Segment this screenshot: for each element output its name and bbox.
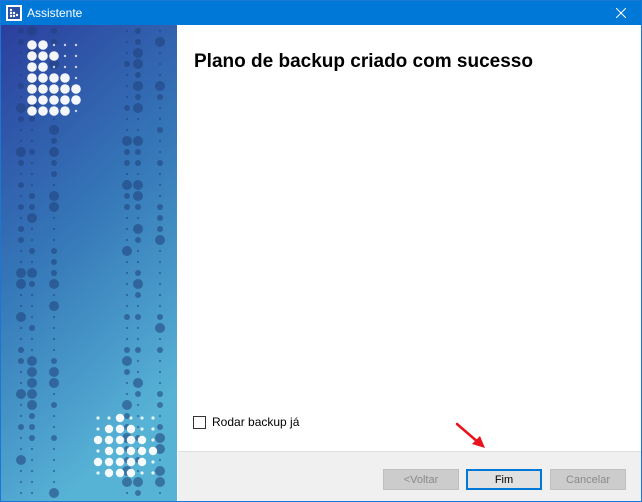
button-bar: <Voltar Fim Cancelar	[178, 451, 641, 501]
wizard-banner	[1, 25, 177, 501]
close-button[interactable]	[601, 1, 641, 25]
window-title: Assistente	[27, 6, 83, 20]
finish-button[interactable]: Fim	[466, 469, 542, 490]
page-title: Plano de backup criado com sucesso	[194, 51, 533, 72]
app-logo-icon	[6, 5, 22, 21]
run-backup-checkbox[interactable]	[193, 415, 206, 429]
back-button[interactable]: <Voltar	[383, 469, 459, 490]
run-backup-label[interactable]: Rodar backup já	[212, 415, 299, 429]
close-icon	[616, 8, 626, 18]
run-backup-option[interactable]: Rodar backup já	[193, 415, 299, 429]
wizard-content: Plano de backup criado com sucesso Rodar…	[178, 25, 641, 451]
cancel-button[interactable]: Cancelar	[550, 469, 626, 490]
banner-artwork	[1, 25, 177, 501]
title-bar[interactable]: Assistente	[1, 1, 641, 25]
wizard-window: Assistente Plano de backup criado com su…	[0, 0, 642, 502]
